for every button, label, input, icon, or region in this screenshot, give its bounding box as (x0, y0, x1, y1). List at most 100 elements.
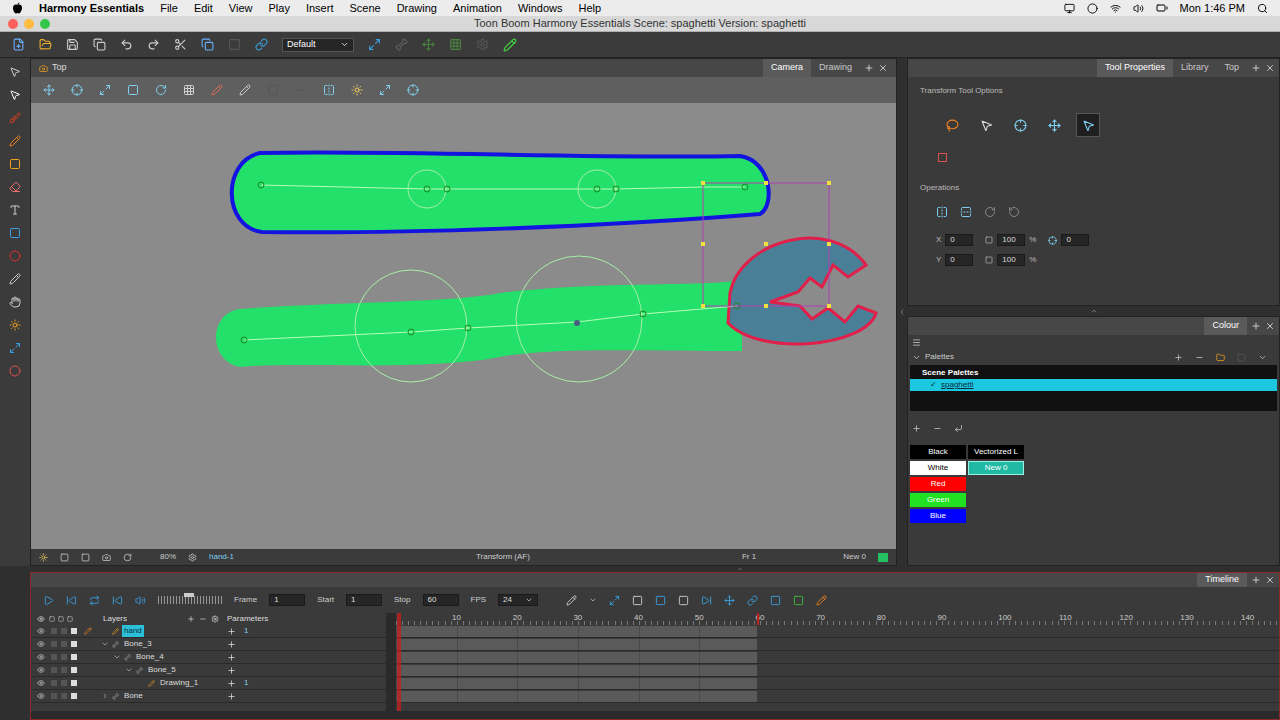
layer-scrollbar[interactable] (386, 613, 396, 711)
stroke-icon[interactable] (239, 84, 251, 96)
transform-handle[interactable] (764, 242, 768, 246)
bone-joint[interactable] (594, 186, 600, 192)
remove-colour-icon[interactable] (933, 424, 942, 433)
link-icon[interactable] (255, 38, 268, 51)
close-panel-icon[interactable] (1265, 575, 1275, 585)
add-colour-icon[interactable] (912, 424, 921, 433)
mode-button[interactable] (940, 113, 964, 137)
line-icon[interactable] (211, 84, 223, 96)
text-icon[interactable] (9, 204, 21, 216)
redo-icon[interactable] (147, 38, 160, 51)
mode-button[interactable] (1008, 113, 1032, 137)
menu-item[interactable]: View (229, 0, 253, 16)
grid-tool-icon[interactable] (449, 38, 462, 51)
bone-joint[interactable] (742, 184, 748, 190)
palette-option-icon[interactable] (1237, 353, 1246, 362)
frame-field[interactable]: 1 (269, 594, 305, 606)
y-field[interactable]: 0 (945, 254, 973, 266)
selection-box[interactable] (703, 183, 829, 306)
copy-keyframe-icon[interactable] (655, 595, 666, 606)
visibility-icon[interactable] (37, 666, 45, 674)
save-as-icon[interactable] (93, 38, 106, 51)
transform-handle[interactable] (827, 181, 831, 185)
pencil-tool-icon[interactable] (503, 38, 517, 52)
stop-motion-icon[interactable] (747, 595, 758, 606)
menu-item[interactable]: File (160, 0, 178, 16)
transform-handle[interactable] (764, 304, 768, 308)
colour-menu-icon[interactable] (912, 338, 921, 347)
visibility-icon[interactable] (37, 627, 45, 635)
mode-button[interactable] (1042, 113, 1066, 137)
hold-icon[interactable] (770, 595, 781, 606)
layer-row[interactable]: Bone_3 (31, 638, 386, 651)
flip-vertical-icon[interactable] (960, 206, 972, 218)
add-parameter-icon[interactable] (227, 679, 236, 688)
add-panel-icon[interactable] (1251, 575, 1261, 585)
x-field[interactable]: 0 (945, 234, 973, 246)
workspace-select[interactable]: Default (282, 38, 354, 52)
snap-toggle[interactable] (938, 153, 947, 162)
rotate-cw-icon[interactable] (984, 206, 996, 218)
select-icon[interactable] (9, 66, 21, 78)
clear-icon[interactable] (678, 595, 689, 606)
marker-icon[interactable] (793, 595, 804, 606)
close-panel-icon[interactable] (1265, 63, 1275, 73)
transform-handle[interactable] (701, 181, 705, 185)
layer-row[interactable]: hand1 (31, 625, 386, 638)
add-parameter-icon[interactable] (227, 692, 236, 701)
menu-item[interactable]: Play (269, 0, 290, 16)
rig-icon[interactable] (422, 38, 435, 51)
palette-more-icon[interactable] (1258, 353, 1267, 362)
scale-icon[interactable] (99, 84, 111, 96)
playback-speed-slider[interactable] (158, 596, 222, 604)
colour-swatch[interactable]: White (910, 461, 966, 475)
playhead[interactable] (397, 613, 401, 711)
eraser-icon[interactable] (9, 181, 21, 193)
new-icon[interactable] (12, 38, 25, 51)
expand-toggle[interactable] (101, 640, 109, 648)
remove-palette-icon[interactable] (1195, 353, 1204, 362)
cutter-icon[interactable] (9, 342, 21, 354)
paint-icon[interactable] (9, 250, 21, 262)
timeline-scrollbar[interactable] (31, 711, 1279, 719)
first-frame-icon[interactable] (112, 595, 123, 606)
bone-joint[interactable] (465, 325, 471, 331)
visibility-icon[interactable] (37, 692, 45, 700)
zoom-button[interactable] (40, 19, 50, 29)
colour-swatch[interactable]: Green (910, 493, 966, 507)
ease-icon[interactable] (566, 595, 577, 606)
menu-item[interactable]: Windows (518, 0, 563, 16)
bone-joint[interactable] (613, 186, 619, 192)
rotate-icon[interactable] (155, 84, 167, 96)
frame-icon[interactable] (379, 84, 391, 96)
loop-icon[interactable] (89, 595, 100, 606)
menu-item[interactable]: Animation (453, 0, 502, 16)
visibility-icon[interactable] (37, 679, 45, 687)
panel-tab[interactable]: Top (1216, 59, 1247, 77)
contour-icon[interactable] (9, 89, 21, 101)
view-tab[interactable]: Drawing (811, 59, 860, 77)
panel-tab[interactable]: Tool Properties (1097, 59, 1173, 77)
settings-icon[interactable] (476, 38, 489, 51)
cut-icon[interactable] (174, 38, 187, 51)
start-field[interactable]: 1 (346, 594, 382, 606)
panel-tab[interactable]: Timeline (1197, 573, 1247, 587)
mask-icon[interactable] (267, 84, 279, 96)
pivot-icon[interactable] (71, 84, 83, 96)
panel-tab[interactable]: Colour (1204, 317, 1247, 335)
rotate-ccw-icon[interactable] (1008, 206, 1020, 218)
sound-icon[interactable] (135, 595, 146, 606)
transform-icon[interactable] (9, 319, 21, 331)
mode-button[interactable] (1076, 113, 1100, 137)
mode-button[interactable] (974, 113, 998, 137)
onion-icon[interactable] (60, 553, 69, 562)
light-icon[interactable] (351, 84, 363, 96)
add-panel-icon[interactable] (1251, 63, 1261, 73)
light-table-icon[interactable] (39, 553, 48, 562)
expand-toggle[interactable] (113, 653, 121, 661)
center-icon[interactable] (407, 84, 419, 96)
palettes-expand-icon[interactable] (912, 353, 921, 362)
bone-joint[interactable] (444, 186, 450, 192)
width-field[interactable]: 100 (997, 234, 1025, 246)
horizontal-splitter[interactable] (907, 306, 1280, 316)
